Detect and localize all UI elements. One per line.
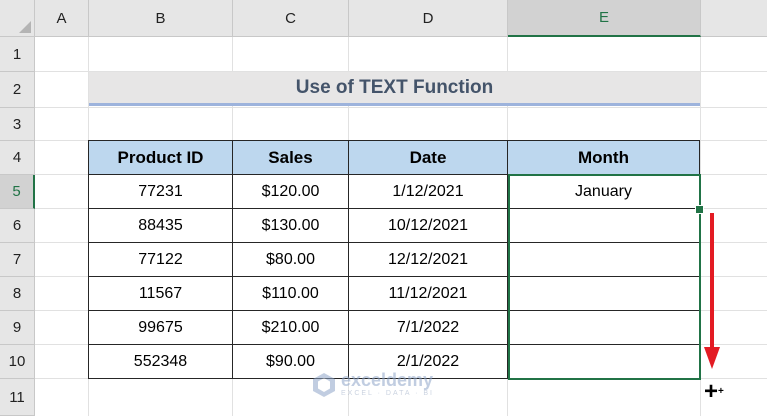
exceldemy-watermark: exceldemy EXCEL · DATA · BI [311, 371, 434, 398]
row-header-7[interactable]: 7 [0, 243, 35, 277]
row-header-6[interactable]: 6 [0, 209, 35, 243]
table-cell-date[interactable]: 1/12/2021 [349, 175, 508, 209]
column-header-f[interactable] [701, 0, 767, 37]
row-header-10[interactable]: 10 [0, 345, 35, 379]
table-cell-date[interactable]: 10/12/2021 [349, 209, 508, 243]
row-header-3[interactable]: 3 [0, 108, 35, 141]
row-header-9[interactable]: 9 [0, 311, 35, 345]
exceldemy-logo-icon [313, 372, 335, 397]
table-cell-sales[interactable]: $80.00 [233, 243, 349, 277]
column-header-d[interactable]: D [349, 0, 508, 37]
watermark-tagline: EXCEL · DATA · BI [341, 390, 434, 397]
watermark-brand: exceldemy [341, 370, 434, 390]
table-header-month[interactable]: Month [508, 140, 700, 175]
gridline [35, 107, 767, 108]
table-header-product-id[interactable]: Product ID [88, 140, 233, 175]
table-cell-sales[interactable]: $130.00 [233, 209, 349, 243]
table-header-date[interactable]: Date [349, 140, 508, 175]
column-header-c[interactable]: C [233, 0, 349, 37]
table-cell-sales[interactable]: $110.00 [233, 277, 349, 311]
table-cell-date[interactable]: 7/1/2022 [349, 311, 508, 345]
select-all-corner[interactable] [0, 0, 35, 37]
table-cell-date[interactable]: 12/12/2021 [349, 243, 508, 277]
row-header-4[interactable]: 4 [0, 141, 35, 175]
table-cell-product-id[interactable]: 88435 [88, 209, 233, 243]
crosshair-plus-icon: ++ [704, 378, 724, 405]
column-header-e[interactable]: E [508, 0, 701, 37]
column-header-b[interactable]: B [89, 0, 233, 37]
table-cell-product-id[interactable]: 552348 [88, 345, 233, 379]
sheet-title[interactable]: Use of TEXT Function [89, 72, 700, 106]
drag-down-arrow-icon [704, 213, 720, 369]
row-header-2[interactable]: 2 [0, 72, 35, 108]
table-cell-product-id[interactable]: 77122 [88, 243, 233, 277]
selection-range [508, 174, 701, 380]
table-header-sales[interactable]: Sales [233, 140, 349, 175]
row-header-8[interactable]: 8 [0, 277, 35, 311]
row-header-1[interactable]: 1 [0, 37, 35, 72]
table-cell-sales[interactable]: $120.00 [233, 175, 349, 209]
table-cell-product-id[interactable]: 11567 [88, 277, 233, 311]
column-header-a[interactable]: A [35, 0, 89, 37]
row-header-5[interactable]: 5 [0, 175, 35, 209]
table-cell-sales[interactable]: $210.00 [233, 311, 349, 345]
table-cell-date[interactable]: 11/12/2021 [349, 277, 508, 311]
table-cell-product-id[interactable]: 77231 [88, 175, 233, 209]
select-all-triangle-icon [19, 21, 31, 33]
table-cell-product-id[interactable]: 99675 [88, 311, 233, 345]
row-header-11[interactable]: 11 [0, 379, 35, 416]
